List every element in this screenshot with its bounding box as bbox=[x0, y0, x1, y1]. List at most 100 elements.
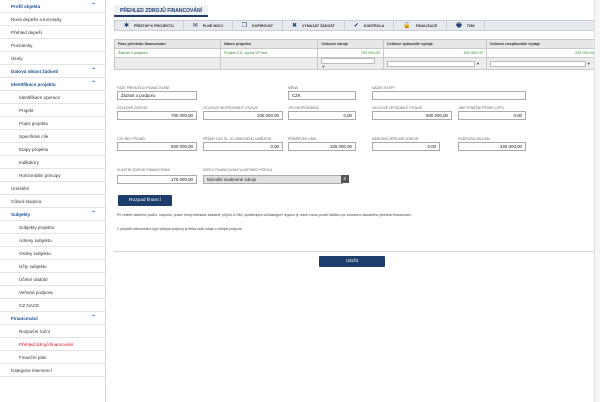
table-cell: Projekt 2.5. výzva VP test bbox=[219, 48, 319, 58]
toolbar-button[interactable]: 🔒 FINALIZACE bbox=[394, 21, 448, 30]
sidebar-item[interactable]: Přehled depeší bbox=[0, 26, 105, 39]
column-header[interactable]: Celkové způsobilé výdaje bbox=[382, 39, 487, 49]
sidebar-item[interactable]: Projekt bbox=[0, 104, 105, 117]
filter-cell[interactable] bbox=[114, 57, 221, 70]
sidebar-item-label: Veřejná podpora bbox=[19, 290, 53, 295]
toolbar-button[interactable]: ✱ PŘÍSTUP K PROJEKTU bbox=[115, 21, 184, 30]
sidebar-item[interactable]: Účty subjektu bbox=[0, 260, 105, 273]
sidebar-item[interactable]: Kategorie intervencí bbox=[0, 364, 105, 377]
sidebar-item[interactable]: CZ NACE bbox=[0, 299, 105, 312]
vlastni-field[interactable]: 175 000,00 bbox=[117, 175, 197, 184]
sidebar-item[interactable]: Horizontální principy bbox=[0, 169, 105, 182]
toolbar-button[interactable]: ❐ KOPÍROVAT bbox=[233, 21, 283, 30]
filter-cell[interactable]: ▼ bbox=[485, 57, 599, 70]
chevron-up-icon[interactable]: ⌃ bbox=[91, 208, 96, 221]
toolbar-button[interactable]: 🖶 TISK bbox=[447, 21, 485, 30]
sidebar-item[interactable]: Subjekty projektu bbox=[0, 221, 105, 234]
sidebar-item[interactable]: Popis projektu bbox=[0, 117, 105, 130]
toolbar-icon: ✉ bbox=[192, 23, 198, 29]
sidebar-item[interactable]: Finanční plán bbox=[0, 351, 105, 364]
celkove-zpus-field[interactable]: 500 000,00 bbox=[372, 111, 452, 120]
jpv-nezp-field[interactable]: 0,00 bbox=[288, 111, 356, 120]
chevron-up-icon[interactable]: ⌃ bbox=[91, 0, 96, 13]
scrollbar[interactable] bbox=[594, 0, 600, 402]
podpora-field[interactable]: 325 000,00 bbox=[458, 142, 526, 151]
sidebar-item-label: Identifikace projektu bbox=[11, 82, 56, 87]
sidebar-item-label: Subjekty projektu bbox=[19, 225, 55, 230]
filter-input[interactable] bbox=[489, 60, 586, 67]
sidebar-item[interactable]: Osoby subjektu bbox=[0, 247, 105, 260]
zdroj-field[interactable]: Národní soukromé zdroje bbox=[203, 175, 343, 184]
sidebar-item[interactable]: Datová oblast žádosti ⌃ bbox=[0, 65, 105, 78]
sidebar-item[interactable]: Úkoly bbox=[0, 52, 105, 65]
narodni-field[interactable]: 0,00 bbox=[372, 142, 440, 151]
column-header[interactable]: Název projektu bbox=[219, 39, 319, 49]
sidebar-item[interactable]: Nová depeše a koncepty bbox=[0, 13, 105, 26]
sidebar-item[interactable]: Identifikace projektu ⌃ bbox=[0, 78, 105, 91]
sidebar-item[interactable]: Specifické cíle bbox=[0, 130, 105, 143]
table-cell: 200 000,00 bbox=[485, 48, 599, 58]
sidebar-item-label: Úkoly bbox=[11, 56, 23, 61]
celkove-zdroje-label: Celkové zdroje bbox=[117, 106, 148, 110]
sidebar-item[interactable]: Rozpočet roční bbox=[0, 325, 105, 338]
nazev-etapy-field[interactable] bbox=[372, 91, 526, 100]
sidebar-item[interactable]: Cílová skupina bbox=[0, 195, 105, 208]
sidebar-item[interactable]: Identifikace operace bbox=[0, 91, 105, 104]
sidebar-item[interactable]: Adresy subjektu bbox=[0, 234, 105, 247]
filter-cell[interactable]: ▼ bbox=[382, 57, 487, 70]
czv-bez-field[interactable]: 500 000,00 bbox=[117, 142, 197, 151]
celkove-nezp-field[interactable]: 200 000,00 bbox=[203, 111, 283, 120]
toolbar-button[interactable]: ✉ PLNÉ MOCI bbox=[184, 21, 233, 30]
save-button[interactable]: Uložit bbox=[319, 256, 385, 267]
chevron-down-icon[interactable]: ▼ bbox=[476, 61, 480, 66]
sidebar-item[interactable]: Účetní období bbox=[0, 273, 105, 286]
toolbar-button-label: KONTROLA bbox=[363, 23, 385, 28]
chevron-up-icon[interactable]: ⌃ bbox=[91, 312, 96, 325]
sidebar-item-label: Účty subjektu bbox=[19, 264, 47, 269]
mena-field[interactable]: CZK bbox=[288, 91, 356, 100]
rozpad-financi-button[interactable]: Rozpad financí bbox=[118, 195, 172, 206]
page-title-tab[interactable]: PŘEHLED ZDROJŮ FINANCOVÁNÍ bbox=[114, 5, 208, 17]
sidebar-item[interactable]: Přehled zdrojů financování bbox=[0, 338, 105, 351]
sidebar: Profil objektu ⌃ Nová depeše a koncepty Pře… bbox=[0, 0, 106, 402]
sidebar-item-label: Účetní období bbox=[19, 277, 48, 282]
chevron-up-icon[interactable]: ⌃ bbox=[91, 65, 96, 78]
chevron-down-icon[interactable]: ▼ bbox=[587, 61, 591, 66]
sidebar-item-label: Financování bbox=[11, 316, 38, 321]
table-row[interactable]: Žádost o podporu Projekt 2.5. výzva VP te… bbox=[114, 48, 599, 58]
list-icon[interactable]: ≡ bbox=[341, 175, 349, 183]
column-header[interactable]: Fáze přehledu financování bbox=[114, 39, 221, 49]
sidebar-item[interactable]: Poznámky bbox=[0, 39, 105, 52]
financing-table: Fáze přehledu financování Název projektu C… bbox=[114, 39, 599, 70]
sidebar-item-label: Projekt bbox=[19, 108, 34, 113]
sidebar-item[interactable]: Veřejná podpora bbox=[0, 286, 105, 299]
czv-bez-label: CZV bez příjmů bbox=[117, 137, 145, 141]
mena-label: Měna bbox=[288, 86, 298, 90]
toolbar-button[interactable]: ✖ VYMAZAT ŽÁDOST bbox=[283, 21, 345, 30]
filter-input[interactable] bbox=[386, 60, 475, 67]
prijmy-field[interactable]: 0,00 bbox=[203, 142, 283, 151]
sidebar-item[interactable]: Profil objektu ⌃ bbox=[0, 0, 105, 13]
sidebar-item[interactable]: Umístění bbox=[0, 182, 105, 195]
sidebar-item-label: Indikátory bbox=[19, 160, 39, 165]
sidebar-item[interactable]: Etapy projektu bbox=[0, 143, 105, 156]
sidebar-item[interactable]: Indikátory bbox=[0, 156, 105, 169]
celkove-zdroje-field[interactable]: 700 000,00 bbox=[117, 111, 197, 120]
vlastni-label: Vlastní zdroje financování bbox=[117, 168, 170, 172]
sidebar-item[interactable]: Financování ⌃ bbox=[0, 312, 105, 325]
filter-cell[interactable] bbox=[219, 57, 319, 70]
column-header[interactable]: Celkové nezpůsobilé výdaje bbox=[485, 39, 599, 49]
zdroj-label: Zdroj financování vlastního podílu bbox=[203, 168, 273, 172]
sidebar-item-label: Horizontální principy bbox=[19, 173, 61, 178]
chevron-up-icon[interactable]: ⌃ bbox=[91, 78, 96, 91]
column-header[interactable]: Celkové zdroje bbox=[317, 39, 384, 49]
filter-input[interactable] bbox=[321, 58, 376, 64]
sidebar-item[interactable]: Subjekty ⌃ bbox=[0, 208, 105, 221]
chevron-down-icon[interactable]: ▼ bbox=[321, 64, 325, 69]
table-cell: Žádost o podporu bbox=[114, 48, 221, 58]
filter-cell[interactable]: ▼ bbox=[317, 57, 384, 70]
toolbar-button[interactable]: ✔ KONTROLA bbox=[345, 21, 395, 30]
faze-field[interactable]: Žádost o podporu bbox=[117, 91, 197, 100]
prispevek-field[interactable]: 325 000,00 bbox=[288, 142, 356, 151]
jine-penezni-field[interactable]: 0,00 bbox=[458, 111, 526, 120]
